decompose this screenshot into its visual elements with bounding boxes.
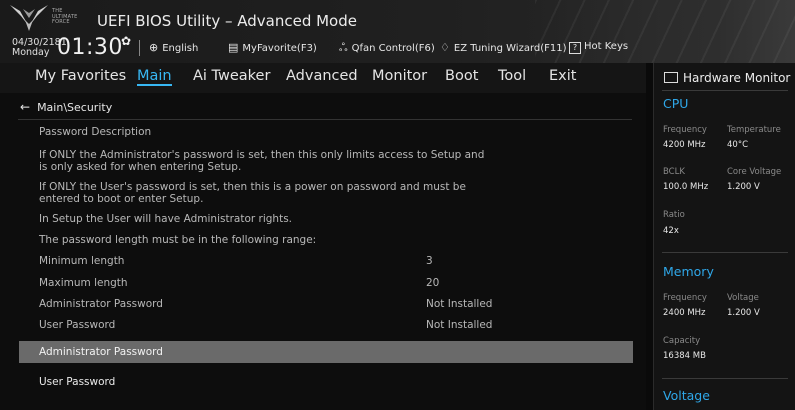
ratio-label: Ratio	[663, 210, 685, 220]
tuf-logo: THE ULTIMATE FORCE	[8, 3, 86, 33]
description-line: In Setup the User will have Administrato…	[39, 213, 292, 225]
ez-tuning-wizard-button[interactable]: ♢ EZ Tuning Wizard(F11)	[440, 41, 567, 54]
cpu-frequency-label: Frequency	[663, 125, 707, 135]
ez-tuning-label: EZ Tuning Wizard(F11)	[453, 43, 567, 54]
min-length-label: Minimum length	[39, 255, 125, 267]
memory-frequency-label: Frequency	[663, 293, 707, 303]
tab-my-favorites[interactable]: My Favorites	[35, 68, 126, 84]
gear-icon[interactable]: ✿	[121, 34, 131, 48]
core-voltage-label: Core Voltage	[727, 167, 782, 177]
memory-heading: Memory	[663, 264, 714, 279]
capacity-label: Capacity	[663, 336, 701, 346]
description-line: is only asked for when entering Setup.	[39, 161, 242, 173]
tab-tool[interactable]: Tool	[498, 68, 526, 84]
monitor-icon	[664, 72, 678, 83]
fan-icon: ஃ	[339, 41, 348, 54]
cpu-heading: CPU	[663, 96, 689, 111]
tab-ai-tweaker[interactable]: Ai Tweaker	[193, 68, 270, 84]
core-voltage-value: 1.200 V	[727, 182, 760, 192]
min-length-value: 3	[426, 255, 433, 267]
ratio-value: 42x	[663, 226, 679, 236]
bclk-value: 100.0 MHz	[663, 182, 709, 192]
administrator-password-item[interactable]: Administrator Password	[19, 341, 633, 363]
cpu-frequency-value: 4200 MHz	[663, 140, 706, 150]
administrator-password-label: Administrator Password	[39, 346, 163, 358]
hardware-monitor-panel: Hardware Monitor CPU Frequency 4200 MHz …	[653, 63, 795, 410]
voltage-heading: Voltage	[663, 388, 710, 403]
globe-icon: ⊕	[149, 41, 159, 54]
tab-monitor[interactable]: Monitor	[372, 68, 427, 84]
memory-voltage-value: 1.200 V	[727, 308, 760, 318]
bulb-icon: ♢	[440, 41, 450, 54]
cpu-temperature-label: Temperature	[727, 125, 781, 135]
memory-voltage-label: Voltage	[727, 293, 759, 303]
divider	[662, 378, 788, 379]
language-label: English	[162, 43, 199, 54]
divider	[662, 90, 788, 91]
tab-boot[interactable]: Boot	[445, 68, 478, 84]
tab-main[interactable]: Main	[137, 68, 172, 86]
admin-password-status-label: Administrator Password	[39, 298, 163, 310]
divider	[662, 252, 788, 253]
capacity-value: 16384 MB	[663, 351, 706, 361]
description-line: The password length must be in the follo…	[39, 234, 317, 246]
admin-password-status-value: Not Installed	[426, 298, 493, 310]
qfan-control-button[interactable]: ஃ Qfan Control(F6)	[339, 41, 435, 56]
breadcrumb[interactable]: ← Main\Security	[20, 100, 112, 114]
logo-text: THE ULTIMATE FORCE	[52, 8, 78, 25]
cpu-temperature-value: 40°C	[727, 140, 749, 150]
clock[interactable]: 01:30	[57, 35, 123, 60]
hardware-monitor-label: Hardware Monitor	[683, 71, 791, 85]
divider	[18, 119, 632, 120]
help-icon: ?	[569, 42, 581, 54]
memory-frequency-value: 2400 MHz	[663, 308, 706, 318]
header-divider	[139, 40, 140, 56]
title-bar: THE ULTIMATE FORCE UEFI BIOS Utility – A…	[0, 0, 795, 63]
qfan-label: Qfan Control(F6)	[351, 43, 435, 54]
user-password-item[interactable]: User Password	[39, 376, 115, 388]
user-password-status-label: User Password	[39, 319, 116, 331]
max-length-label: Maximum length	[39, 277, 128, 289]
description-line: If ONLY the User's password is set, then…	[39, 181, 466, 193]
hot-keys-button[interactable]: ? Hot Keys	[569, 41, 628, 54]
myfavorite-button[interactable]: ▤ MyFavorite(F3)	[228, 41, 317, 54]
hardware-monitor-title: Hardware Monitor	[664, 71, 790, 85]
myfavorite-label: MyFavorite(F3)	[242, 43, 317, 54]
description-line: If ONLY the Administrator's password is …	[39, 149, 485, 161]
main-menu-bar: My Favorites Main Ai Tweaker Advanced Mo…	[0, 63, 646, 93]
tab-exit[interactable]: Exit	[549, 68, 576, 84]
tab-advanced[interactable]: Advanced	[286, 68, 358, 84]
hot-keys-label: Hot Keys	[584, 41, 629, 52]
bclk-label: BCLK	[663, 167, 685, 177]
back-arrow-icon[interactable]: ←	[20, 100, 30, 114]
favorite-list-icon: ▤	[228, 41, 239, 54]
language-button[interactable]: ⊕ English	[149, 41, 198, 54]
app-title: UEFI BIOS Utility – Advanced Mode	[97, 12, 357, 30]
description-line: entered to boot or enter Setup.	[39, 193, 204, 205]
user-password-status-value: Not Installed	[426, 319, 493, 331]
breadcrumb-text: Main\Security	[37, 101, 113, 114]
main-panel: ← Main\Security Password Description If O…	[0, 93, 646, 410]
max-length-value: 20	[426, 277, 440, 289]
description-heading: Password Description	[39, 126, 152, 138]
